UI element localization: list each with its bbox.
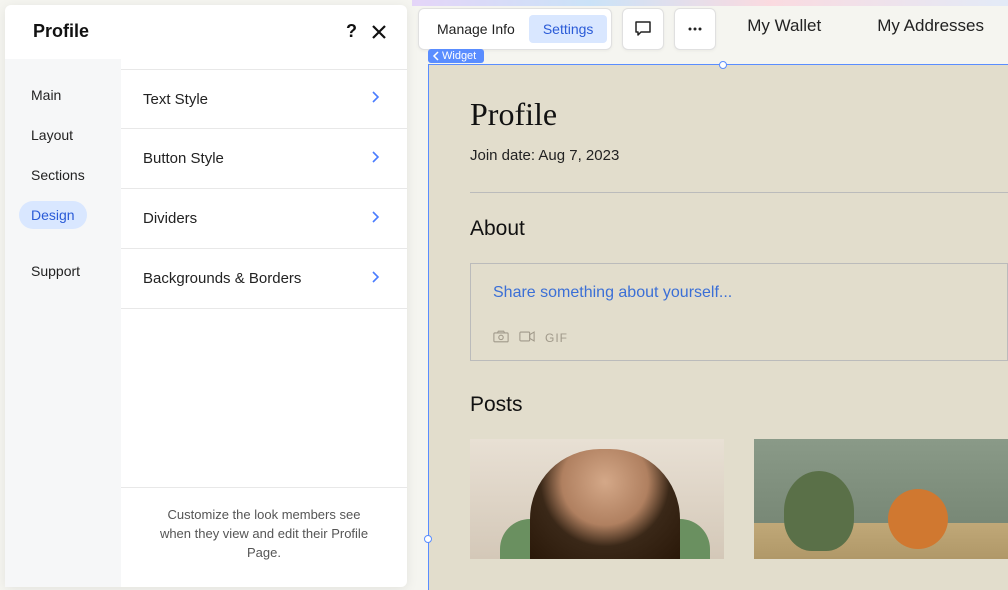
- sidebar: Main Layout Sections Design Support: [5, 59, 121, 587]
- nav-tab-wallet[interactable]: My Wallet: [747, 16, 821, 36]
- settings-button[interactable]: Settings: [529, 15, 608, 43]
- sidebar-item-main[interactable]: Main: [19, 81, 73, 109]
- option-button-style[interactable]: Button Style: [121, 129, 407, 189]
- option-text-style[interactable]: Text Style: [121, 69, 407, 129]
- manage-info-button[interactable]: Manage Info: [423, 15, 529, 43]
- sidebar-item-sections[interactable]: Sections: [19, 161, 97, 189]
- sidebar-item-label: Design: [31, 207, 75, 223]
- profile-nav-tabs: My Wallet My Addresses: [747, 16, 1008, 36]
- widget-toolbar: Manage Info Settings: [418, 8, 716, 50]
- panel-body: Main Layout Sections Design Support Text…: [5, 59, 407, 587]
- help-icon[interactable]: ?: [346, 21, 357, 42]
- option-backgrounds-borders[interactable]: Backgrounds & Borders: [121, 249, 407, 309]
- chat-icon-button[interactable]: [622, 8, 664, 50]
- chevron-right-icon: [371, 210, 381, 228]
- sidebar-item-label: Sections: [31, 167, 85, 183]
- widget-tag-label: Widget: [442, 50, 476, 62]
- panel-actions: ?: [346, 21, 387, 42]
- chevron-right-icon: [371, 270, 381, 288]
- profile-settings-panel: Profile ? Main Layout Sections Design Su…: [5, 5, 407, 587]
- widget-selection-frame: Widget: [428, 64, 1008, 590]
- editor-canvas: Manage Info Settings My Wallet My Addres…: [412, 0, 1008, 590]
- nav-tab-addresses[interactable]: My Addresses: [877, 16, 984, 36]
- sidebar-item-label: Support: [31, 263, 80, 279]
- panel-header: Profile ?: [5, 5, 407, 59]
- options-list: Text Style Button Style Dividers Backgro…: [121, 59, 407, 487]
- panel-content: Text Style Button Style Dividers Backgro…: [121, 59, 407, 587]
- resize-handle-left[interactable]: [424, 535, 432, 543]
- sidebar-item-label: Main: [31, 87, 61, 103]
- panel-title: Profile: [33, 21, 89, 42]
- decorative-strip: [412, 0, 1008, 6]
- option-label: Backgrounds & Borders: [143, 270, 301, 287]
- option-label: Text Style: [143, 91, 208, 108]
- chevron-right-icon: [371, 90, 381, 108]
- option-dividers[interactable]: Dividers: [121, 189, 407, 249]
- option-label: Button Style: [143, 150, 224, 167]
- sidebar-item-support[interactable]: Support: [19, 257, 92, 285]
- toolbar-group: Manage Info Settings: [418, 8, 612, 50]
- sidebar-item-design[interactable]: Design: [19, 201, 87, 229]
- more-icon-button[interactable]: [674, 8, 716, 50]
- footer-tip: Customize the look members see when they…: [121, 487, 407, 587]
- sidebar-item-label: Layout: [31, 127, 73, 143]
- sidebar-item-layout[interactable]: Layout: [19, 121, 85, 149]
- resize-handle-top[interactable]: [719, 61, 727, 69]
- chevron-right-icon: [371, 150, 381, 168]
- option-label: Dividers: [143, 210, 197, 227]
- widget-tag[interactable]: Widget: [428, 49, 484, 63]
- close-icon[interactable]: [371, 24, 387, 40]
